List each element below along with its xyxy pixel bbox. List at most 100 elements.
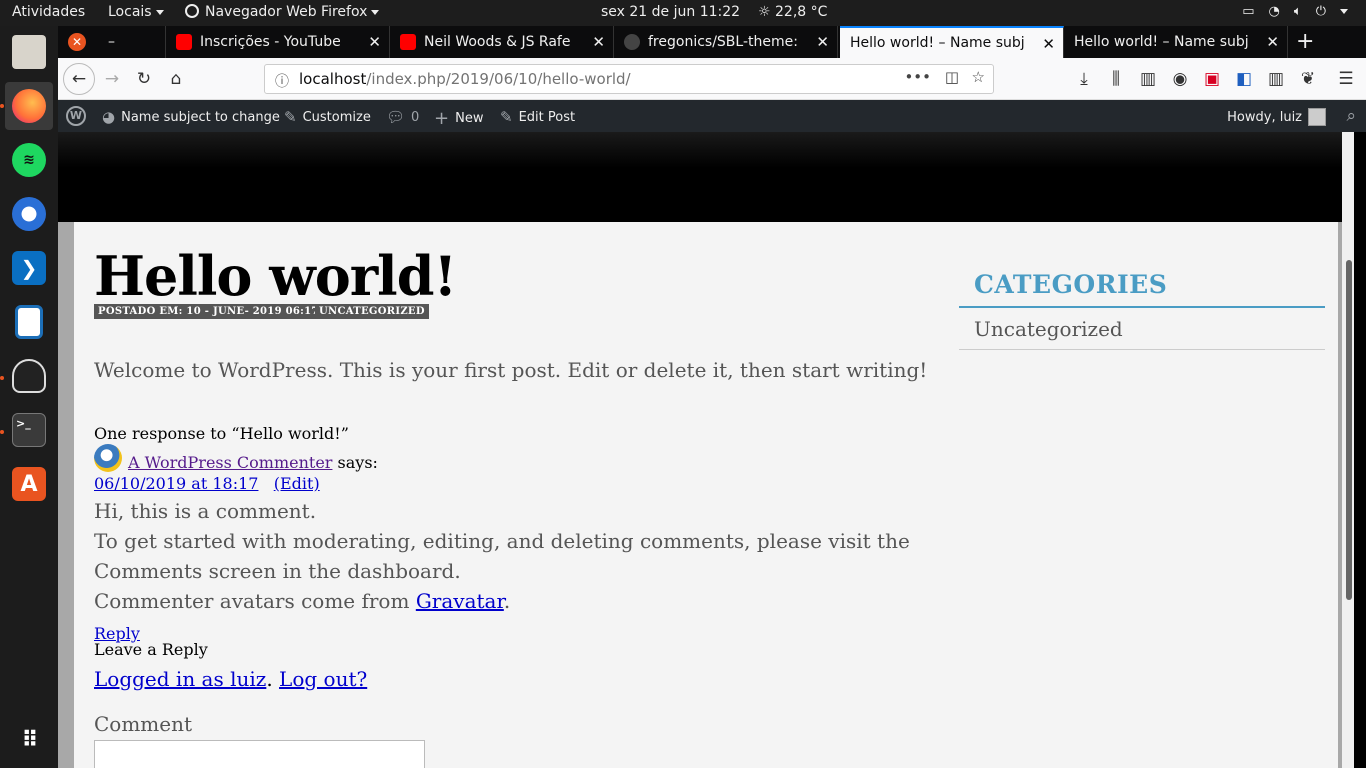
menu-button[interactable]: ☰ <box>1332 65 1360 93</box>
power-icon[interactable]: ⏻ <box>1316 4 1326 19</box>
my-account-link[interactable]: Howdy, luiz <box>1227 108 1326 126</box>
close-icon[interactable]: ✕ <box>1042 35 1055 53</box>
comments-link[interactable]: 💬︎ 0 <box>386 108 419 126</box>
howdy-label: Howdy, luiz <box>1227 109 1302 125</box>
logged-in-line: Logged in as luiz. Log out? <box>94 667 367 691</box>
tab-label: fregonics/SBL-theme: <box>648 34 798 50</box>
close-circle-icon[interactable]: ✕ <box>68 33 86 51</box>
site-name-link[interactable]: ◕ Name subject to change <box>102 108 280 126</box>
pocket-icon[interactable]: ◫ <box>945 68 959 86</box>
library-button[interactable]: ⫼ <box>1102 65 1130 93</box>
url-bar[interactable]: ⓘ localhost/index.php/2019/06/10/hello-w… <box>264 64 994 94</box>
category-badge[interactable]: UNCATEGORIZED <box>315 304 429 319</box>
wp-logo-button[interactable]: W <box>66 106 86 126</box>
weather-indicator[interactable]: ☼ 22,8 °C <box>758 4 827 20</box>
customize-link[interactable]: ✎ Customize <box>284 108 371 126</box>
comment-text-line: To get started with moderating, editing,… <box>94 529 910 553</box>
ubuntu-dock: ≋ ❯ >_ A ⠿ <box>0 26 58 768</box>
close-icon[interactable]: ✕ <box>1266 33 1279 51</box>
youtube-icon <box>400 34 416 50</box>
running-indicator <box>0 430 4 434</box>
tab-youtube-subscriptions[interactable]: Inscrições - YouTube ✕ <box>166 26 390 58</box>
close-icon[interactable]: ✕ <box>592 33 605 51</box>
new-tab-button[interactable]: + <box>1296 29 1314 54</box>
tab-youtube-neil-woods[interactable]: Neil Woods & JS Rafe ✕ <box>390 26 614 58</box>
app-menu[interactable]: Navegador Web Firefox <box>185 4 380 20</box>
downloads-button[interactable]: ⤓ <box>1070 65 1098 93</box>
tab-label: Hello world! – Name subj <box>1074 34 1249 50</box>
spotify-icon: ≋ <box>12 143 46 177</box>
spotify-app[interactable]: ≋ <box>5 136 53 184</box>
vscode-app[interactable]: ❯ <box>5 244 53 292</box>
new-content-link[interactable]: + New <box>434 108 483 129</box>
gnome-extension-button[interactable]: ❦ <box>1294 65 1322 93</box>
comments-count: 0 <box>411 109 420 125</box>
header-image <box>58 132 1354 222</box>
sidebar-divider <box>959 349 1325 350</box>
thunderbird-app[interactable] <box>5 190 53 238</box>
account-button[interactable]: ◉ <box>1166 65 1194 93</box>
close-icon[interactable]: ✕ <box>368 33 381 51</box>
new-label: New <box>455 111 484 126</box>
logged-in-link[interactable]: Logged in as luiz <box>94 667 266 691</box>
places-menu[interactable]: Locais <box>108 4 164 20</box>
browser-tab-strip: ✕ – Inscrições - YouTube ✕ Neil Woods & … <box>58 26 1366 58</box>
page-scrollbar-thumb[interactable] <box>1346 260 1352 600</box>
firefox-app[interactable] <box>5 82 53 130</box>
url-path: /index.php/2019/06/10/hello-world/ <box>366 70 631 88</box>
sidebar-button[interactable]: ▥ <box>1134 65 1162 93</box>
comment-text-line: Commenter avatars come from Gravatar. <box>94 589 510 613</box>
extension-button[interactable]: ◧ <box>1230 65 1258 93</box>
barcode-extension-button[interactable]: ▥ <box>1262 65 1290 93</box>
gravatar-link[interactable]: Gravatar <box>416 589 504 613</box>
tab-hello-world[interactable]: Hello world! – Name subj ✕ <box>1064 26 1288 58</box>
system-tray[interactable]: ▭ ◔ 🔈︎ ⏻ <box>1242 4 1348 19</box>
page-viewport: Hello world! POSTADO EM: 10 - JUNE- 2019… <box>58 132 1354 768</box>
comments-heading: One response to “Hello world!” <box>94 424 349 443</box>
screen-icon[interactable]: ▭ <box>1242 4 1254 19</box>
terminal-icon: >_ <box>12 413 46 447</box>
vscode-icon: ❯ <box>12 251 46 285</box>
software-center-app[interactable]: A <box>5 460 53 508</box>
folder-icon <box>12 35 46 69</box>
search-button[interactable]: ⌕ <box>1346 106 1356 126</box>
page-actions-icon[interactable]: ••• <box>904 68 931 86</box>
inkscape-app[interactable] <box>5 352 53 400</box>
reload-button[interactable]: ↻ <box>130 65 158 93</box>
tab-hello-world-active[interactable]: Hello world! – Name subj ✕ <box>840 26 1064 58</box>
files-app[interactable] <box>5 28 53 76</box>
bookmark-star-icon[interactable]: ☆ <box>972 68 985 86</box>
close-icon[interactable]: ✕ <box>816 33 829 51</box>
download-icon: ⤓ <box>1080 69 1088 89</box>
volume-icon[interactable]: 🔈︎ <box>1294 4 1302 19</box>
show-applications[interactable]: ⠿ <box>5 716 53 764</box>
screenshot-extension-button[interactable]: ▣ <box>1198 65 1226 93</box>
tab-blank[interactable]: ✕ – <box>58 26 166 58</box>
separator: . <box>266 667 273 691</box>
comment-textarea[interactable] <box>94 740 425 768</box>
software-center-icon: A <box>12 467 46 501</box>
home-button[interactable]: ⌂ <box>162 65 190 93</box>
clock[interactable]: sex 21 de jun 11:22 <box>601 4 740 20</box>
sidebar-category-uncategorized[interactable]: Uncategorized <box>974 317 1123 341</box>
edit-post-link[interactable]: ✎ Edit Post <box>500 108 575 126</box>
chevron-down-icon[interactable] <box>1340 9 1348 14</box>
logout-link[interactable]: Log out? <box>279 667 367 691</box>
wifi-icon[interactable]: ◔ <box>1269 4 1280 19</box>
forward-button[interactable]: → <box>98 65 126 93</box>
library-icon: ⫼ <box>1112 69 1120 89</box>
wordpress-logo-icon: W <box>66 106 86 126</box>
tab-github[interactable]: fregonics/SBL-theme: ✕ <box>614 26 838 58</box>
account-icon: ◉ <box>1172 69 1188 89</box>
back-button[interactable]: ← <box>63 63 95 95</box>
comment-date-link[interactable]: 06/10/2019 at 18:17 <box>94 474 258 493</box>
github-icon <box>624 34 640 50</box>
gravatar-suffix: . <box>503 589 511 613</box>
comment-author-link[interactable]: A WordPress Commenter <box>128 453 332 472</box>
activities-button[interactable]: Atividades <box>12 4 85 20</box>
libreoffice-impress-app[interactable] <box>5 298 53 346</box>
comment-edit-link[interactable]: (Edit) <box>274 474 320 493</box>
terminal-app[interactable]: >_ <box>5 406 53 454</box>
info-icon[interactable]: ⓘ <box>275 71 289 91</box>
browser-nav-bar: ← → ↻ ⌂ ⓘ localhost/index.php/2019/06/10… <box>58 58 1366 100</box>
